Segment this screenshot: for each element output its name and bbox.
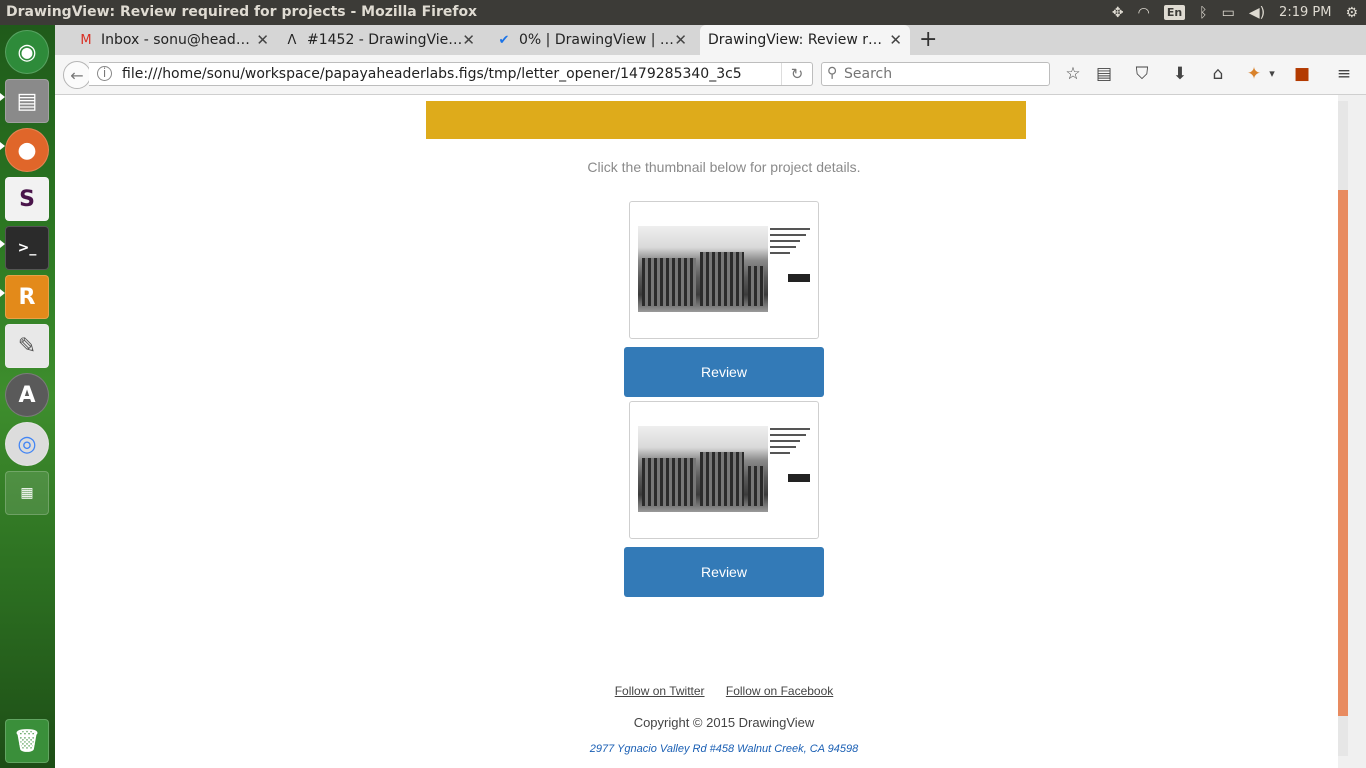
top-panel: DrawingView: Review required for project…: [0, 0, 1366, 25]
close-icon[interactable]: ✕: [889, 31, 902, 49]
search-input[interactable]: [844, 65, 1044, 83]
download-icon[interactable]: ⬇: [1169, 64, 1191, 84]
header-banner: [426, 101, 1026, 139]
realty-logo: [788, 274, 810, 282]
pocket-icon[interactable]: ⛉: [1131, 64, 1153, 84]
text-editor-icon[interactable]: ✎: [5, 324, 49, 368]
system-tray: ✥ ◠ En ᛒ ▭ ◀) 2:19 PM ⚙: [1112, 0, 1366, 25]
cover-sheet-text: [770, 426, 812, 482]
intro-text: Click the thumbnail below for project de…: [587, 159, 861, 175]
close-icon[interactable]: ✕: [256, 31, 269, 49]
footer-links: Follow on Twitter Follow on Facebook: [55, 684, 1338, 698]
running-indicator: [0, 142, 5, 150]
trash-icon[interactable]: 🗑: [5, 719, 49, 763]
info-icon[interactable]: i: [97, 66, 112, 81]
addon-icon[interactable]: ■: [1291, 64, 1313, 84]
running-indicator: [0, 93, 5, 101]
close-icon[interactable]: ✕: [674, 31, 687, 49]
terminal-icon[interactable]: >_: [5, 226, 49, 270]
nav-bar: ← i file:///home/sonu/workspace/papayahe…: [55, 55, 1366, 95]
search-bar[interactable]: ⚲: [821, 62, 1050, 86]
launcher: ◉ ▤ ● S >_ R ✎ A ◎ ▦ 🗑: [0, 25, 55, 768]
home-icon[interactable]: ⌂: [1207, 64, 1229, 84]
running-indicator: [0, 240, 5, 248]
realty-logo: [788, 474, 810, 482]
page-content: Click the thumbnail below for project de…: [55, 95, 1338, 768]
keyboard-language-indicator[interactable]: En: [1163, 5, 1186, 20]
bluetooth-icon[interactable]: ᛒ: [1199, 5, 1207, 21]
copyright-text: Copyright © 2015 DrawingView: [633, 715, 815, 730]
dropbox-icon[interactable]: ✥: [1112, 5, 1124, 21]
follow-twitter-link[interactable]: Follow on Twitter: [615, 684, 705, 698]
volume-icon[interactable]: ◀): [1249, 5, 1265, 21]
settings-gear-icon[interactable]: ⚙: [1345, 5, 1358, 21]
back-button[interactable]: ←: [63, 61, 91, 89]
arrow-left-icon: ←: [70, 65, 84, 85]
tab-label: 0% | DrawingView | …: [519, 32, 674, 48]
rubymine-icon[interactable]: R: [5, 275, 49, 319]
building-photo: [638, 426, 768, 512]
tab-label: #1452 - DrawingVie…: [307, 32, 463, 48]
url-bar[interactable]: i file:///home/sonu/workspace/papayahead…: [89, 62, 813, 86]
window-title: DrawingView: Review required for project…: [6, 4, 478, 20]
slack-icon[interactable]: S: [5, 177, 49, 221]
clock[interactable]: 2:19 PM: [1279, 5, 1331, 20]
address-link[interactable]: 2977 Ygnacio Valley Rd #458 Walnut Creek…: [55, 743, 1338, 755]
software-updater-icon[interactable]: A: [5, 373, 49, 417]
reading-list-icon[interactable]: ▤: [1093, 64, 1115, 84]
reload-button[interactable]: ↻: [781, 63, 812, 85]
tab-inbox[interactable]: M Inbox - sonu@head… ✕: [77, 25, 277, 55]
tab-label: Inbox - sonu@head…: [101, 32, 250, 48]
follow-facebook-link[interactable]: Follow on Facebook: [726, 684, 833, 698]
battery-icon[interactable]: ▭: [1222, 5, 1235, 21]
workspace-switcher-icon[interactable]: ▦: [5, 471, 49, 515]
firefox-icon[interactable]: ●: [5, 128, 49, 172]
files-icon[interactable]: ▤: [5, 79, 49, 123]
menu-hamburger-icon[interactable]: ≡: [1333, 64, 1355, 84]
project-thumbnail[interactable]: [629, 201, 819, 339]
chevron-down-icon[interactable]: ▾: [1261, 67, 1283, 80]
ubuntu-dash-icon[interactable]: ◉: [5, 30, 49, 74]
running-indicator: [0, 289, 5, 297]
check-icon: ✔: [498, 32, 510, 48]
review-button[interactable]: Review: [624, 347, 824, 397]
tab-progress[interactable]: ✔ 0% | DrawingView | … ✕: [495, 25, 695, 55]
project-thumbnail[interactable]: [629, 401, 819, 539]
scroll-thumb[interactable]: [1338, 190, 1348, 716]
chrome-icon[interactable]: ◎: [5, 422, 49, 466]
tab-label: DrawingView: Review r…: [708, 32, 882, 48]
close-icon[interactable]: ✕: [462, 31, 475, 49]
tab-issue[interactable]: Λ #1452 - DrawingVie… ✕: [283, 25, 483, 55]
bookmark-star-icon[interactable]: ☆: [1062, 64, 1084, 84]
project-icon: Λ: [287, 32, 297, 48]
scrollbar[interactable]: [1338, 95, 1366, 768]
search-icon: ⚲: [827, 65, 838, 81]
tab-active-review[interactable]: DrawingView: Review r… ✕: [700, 25, 910, 55]
review-button[interactable]: Review: [624, 547, 824, 597]
new-tab-button[interactable]: +: [919, 27, 937, 52]
tab-bar: M Inbox - sonu@head… ✕ Λ #1452 - Drawing…: [55, 25, 1366, 55]
gmail-icon: M: [80, 32, 92, 48]
url-text[interactable]: file:///home/sonu/workspace/papayaheader…: [122, 66, 742, 82]
wifi-icon[interactable]: ◠: [1138, 5, 1150, 21]
cover-sheet-text: [770, 226, 812, 282]
building-photo: [638, 226, 768, 312]
